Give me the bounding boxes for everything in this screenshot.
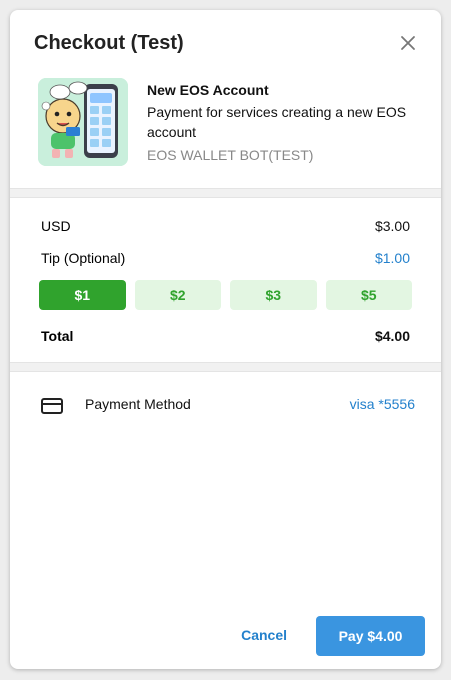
- product-bot-name: EOS WALLET BOT(TEST): [147, 147, 314, 163]
- price-value: $3.00: [374, 218, 410, 234]
- tip-option-1[interactable]: $1: [39, 280, 126, 310]
- tip-value[interactable]: $1.00: [375, 250, 410, 266]
- product-name: New EOS Account: [147, 82, 269, 98]
- tip-option-2[interactable]: $2: [134, 280, 221, 310]
- tip-label: Tip (Optional): [41, 250, 126, 266]
- total-row: Total $4.00: [41, 326, 410, 346]
- product-section: New EOS Account Payment for services cre…: [10, 70, 441, 188]
- pay-button[interactable]: Pay $4.00: [316, 616, 425, 656]
- product-image: [38, 78, 128, 166]
- dialog-header: Checkout (Test): [10, 10, 441, 70]
- price-label: USD: [41, 218, 71, 234]
- price-section: USD $3.00 Tip (Optional) $1.00 $1 $2 $3 …: [10, 198, 441, 362]
- tip-options: $1 $2 $3 $5: [39, 280, 412, 310]
- product-illustration-icon: [38, 78, 128, 166]
- tip-option-5[interactable]: $5: [325, 280, 412, 310]
- dialog-footer: Cancel Pay $4.00: [10, 611, 441, 669]
- checkout-dialog: Checkout (Test) New EOS Account Payment …: [10, 10, 441, 669]
- close-icon[interactable]: [399, 34, 417, 52]
- section-divider: [10, 188, 441, 198]
- total-value: $4.00: [374, 328, 410, 344]
- payment-method-row[interactable]: Payment Method visa *5556: [10, 372, 441, 432]
- tip-row: Tip (Optional) $1.00: [41, 248, 410, 268]
- credit-card-icon: [41, 398, 63, 414]
- payment-method-label: Payment Method: [85, 396, 191, 412]
- product-description: Payment for services creating a new EOS …: [147, 104, 407, 140]
- cancel-button[interactable]: Cancel: [241, 620, 287, 650]
- total-label: Total: [41, 328, 74, 344]
- tip-option-3[interactable]: $3: [230, 280, 317, 310]
- section-divider: [10, 362, 441, 372]
- dialog-title: Checkout (Test): [34, 32, 184, 54]
- product-info: New EOS Account Payment for services cre…: [147, 80, 422, 165]
- price-row-usd: USD $3.00: [41, 216, 410, 236]
- payment-method-value[interactable]: visa *5556: [350, 396, 415, 412]
